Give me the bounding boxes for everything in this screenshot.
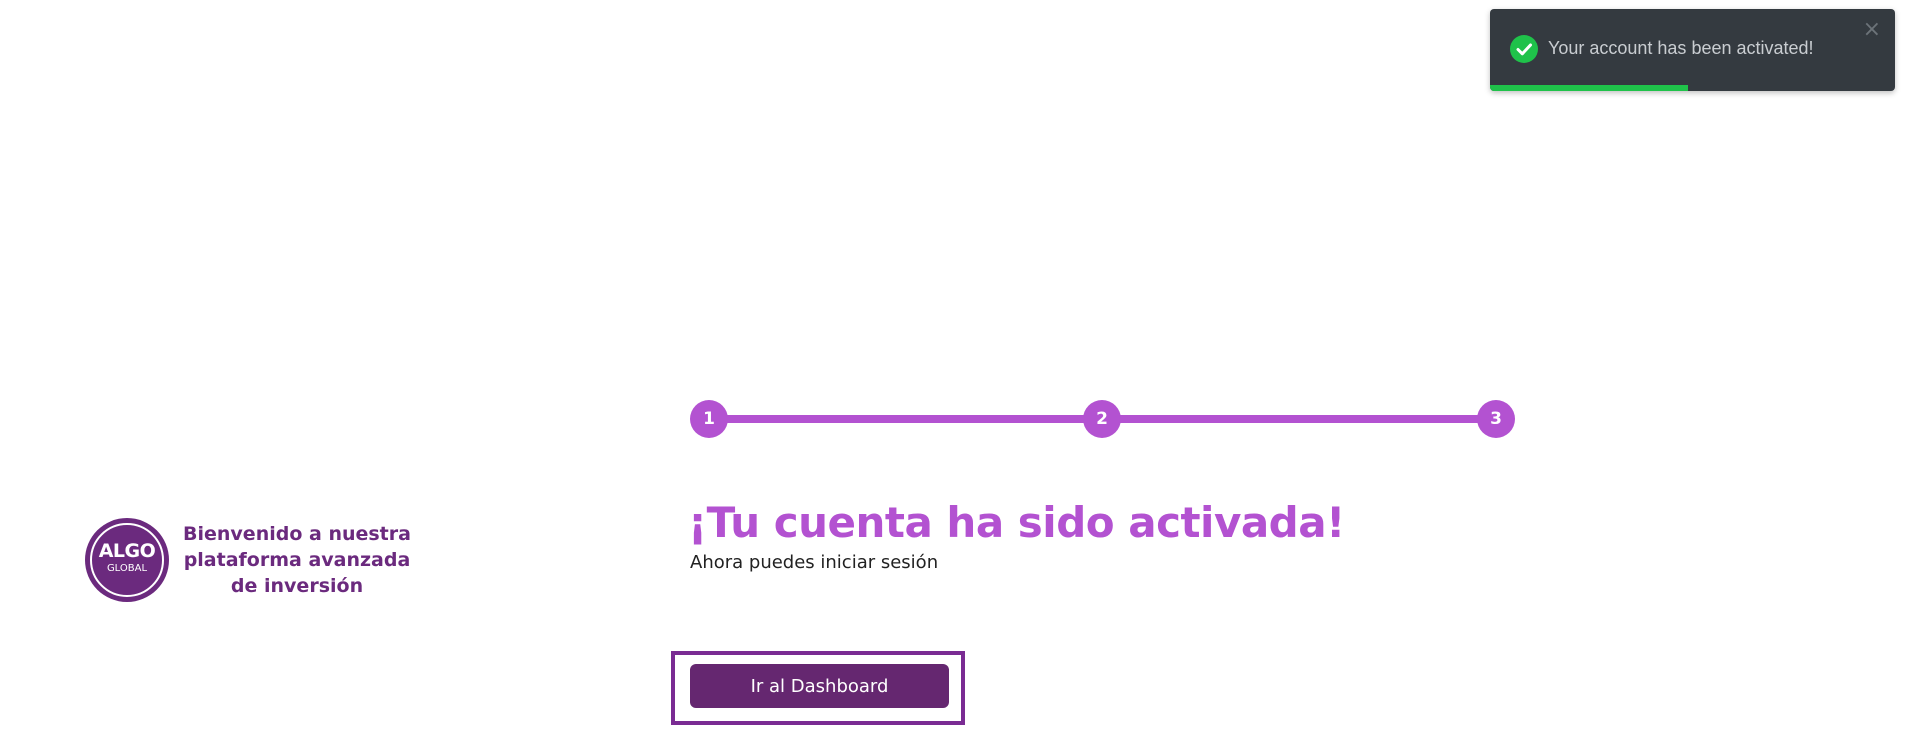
- check-circle-icon: [1510, 35, 1538, 63]
- account-activated-page: Your account has been activated! × ALGO …: [0, 0, 1909, 745]
- page-title: ¡Tu cuenta ha sido activada!: [688, 498, 1345, 547]
- algo-global-logo: ALGO GLOBAL: [85, 518, 169, 602]
- toast-progress-fill: [1490, 85, 1689, 91]
- logo-text-top: ALGO: [98, 540, 156, 562]
- success-toast: Your account has been activated! ×: [1490, 9, 1895, 91]
- brand-tagline: Bienvenido a nuestra plataforma avanzada…: [183, 523, 411, 597]
- step-3: 3: [1477, 400, 1515, 438]
- progress-stepper: 1 2 3: [690, 400, 1515, 438]
- toast-message: Your account has been activated!: [1548, 38, 1814, 58]
- toast-progress-bar: [1490, 85, 1895, 91]
- step-1: 1: [690, 400, 728, 438]
- page-subtitle: Ahora puedes iniciar sesión: [690, 552, 939, 573]
- close-icon[interactable]: ×: [1863, 19, 1881, 41]
- go-to-dashboard-button[interactable]: Ir al Dashboard: [690, 664, 949, 708]
- brand-block: ALGO GLOBAL Bienvenido a nuestra platafo…: [85, 518, 412, 602]
- step-2: 2: [1083, 400, 1121, 438]
- logo-text-bottom: GLOBAL: [106, 563, 148, 574]
